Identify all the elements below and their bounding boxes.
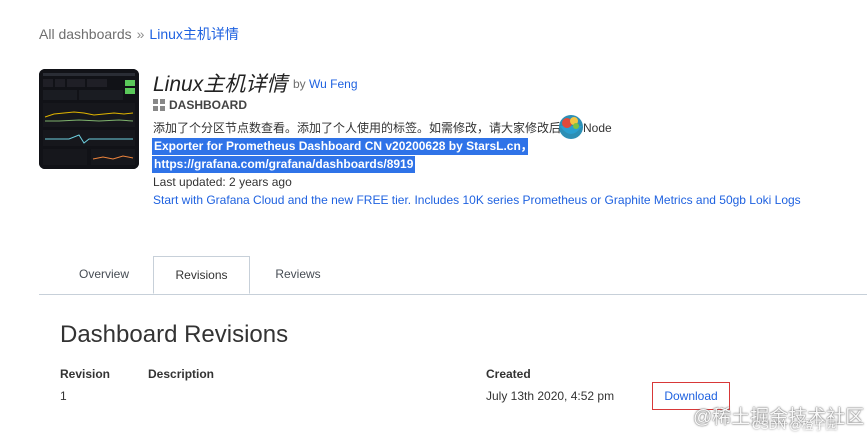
watermark-csdn: CSDN @橙子园 — [752, 418, 838, 432]
tab-reviews[interactable]: Reviews — [262, 256, 334, 294]
dashboard-grid-icon — [153, 99, 165, 111]
dashboard-thumbnail-preview — [39, 69, 139, 169]
revision-created: July 13th 2020, 4:52 pm — [486, 389, 615, 403]
breadcrumb-current[interactable]: Linux主机详情 — [149, 26, 238, 42]
tab-overview[interactable]: Overview — [64, 256, 144, 294]
tab-revisions[interactable]: Revisions — [153, 256, 250, 294]
grafana-cloud-promo-link[interactable]: Start with Grafana Cloud and the new FRE… — [153, 193, 801, 207]
dashboard-description: 添加了个分区节点数查看。添加了个人使用的标签。如需修改，请大家修改后：1 Nod… — [153, 121, 612, 135]
column-header-description: Description — [148, 367, 215, 381]
revisions-heading: Dashboard Revisions — [60, 321, 289, 348]
dashboard-type: DASHBOARD — [153, 98, 247, 112]
dashboard-type-label: DASHBOARD — [169, 98, 247, 112]
author-prefix: by — [293, 77, 306, 91]
dashboard-author: by Wu Feng — [293, 77, 358, 91]
bowl-icon — [556, 112, 586, 147]
column-header-created: Created — [486, 367, 531, 381]
breadcrumb-separator: » — [136, 26, 145, 42]
last-updated: Last updated: 2 years ago — [153, 175, 292, 189]
dashboard-title: Linux主机详情 — [153, 73, 288, 96]
breadcrumb-all-dashboards[interactable]: All dashboards — [39, 26, 132, 42]
dashboard-thumbnail[interactable] — [39, 69, 139, 169]
selected-text-line-1: Exporter for Prometheus Dashboard CN v20… — [152, 138, 533, 155]
breadcrumb: All dashboards» Linux主机详情 — [39, 24, 239, 44]
column-header-revision: Revision — [60, 367, 111, 381]
author-link[interactable]: Wu Feng — [309, 77, 357, 91]
revision-number: 1 — [60, 389, 67, 403]
selected-text-line-2: https://grafana.com/grafana/dashboards/8… — [152, 156, 416, 173]
tab-divider — [39, 294, 867, 295]
